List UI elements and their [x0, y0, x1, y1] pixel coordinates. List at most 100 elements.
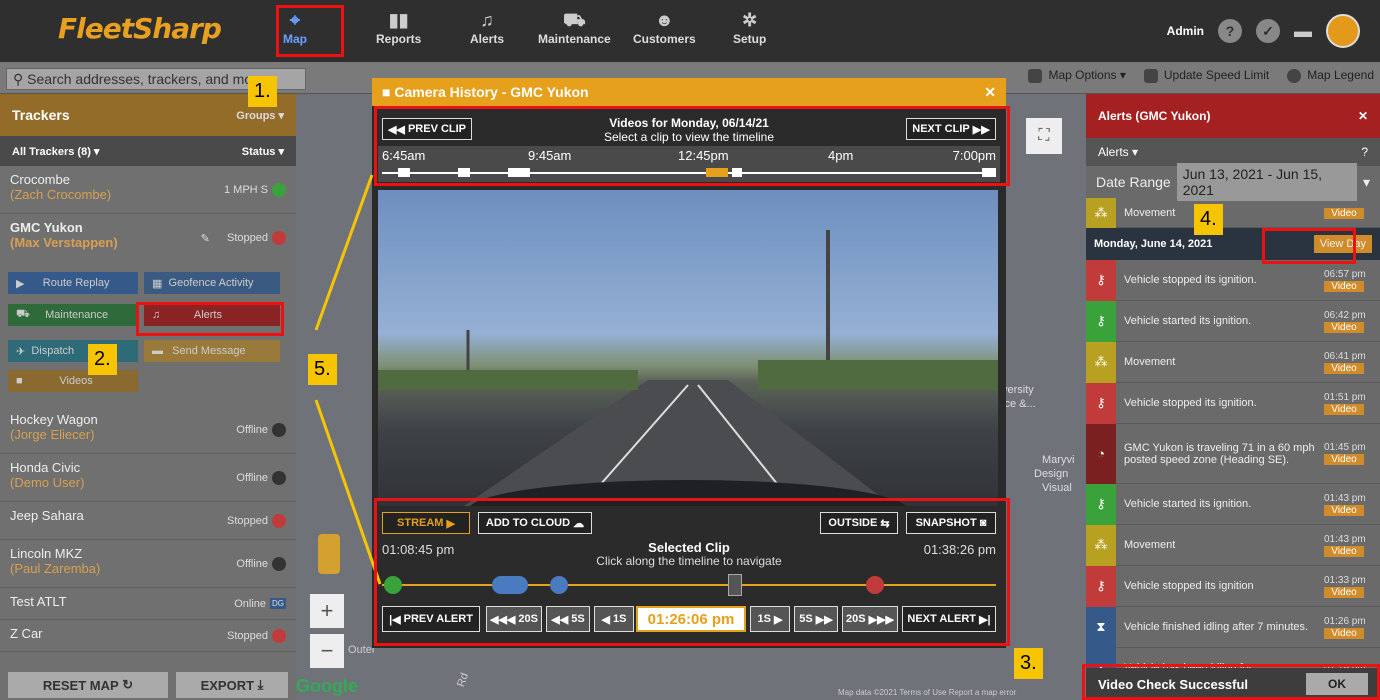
alert-time: 01:43 pm: [1324, 533, 1366, 545]
alert-row[interactable]: ⚷ Vehicle stopped its ignition. 01:51 pm Vi…: [1086, 382, 1380, 424]
alert-row[interactable]: ⚷ Vehicle started its ignition. 01:43 pm Vi…: [1086, 483, 1380, 525]
alert-text: Vehicle started its ignition.: [1124, 315, 1252, 327]
street-view-pegman-icon[interactable]: [318, 534, 340, 574]
video-button[interactable]: Video: [1324, 403, 1364, 415]
video-button[interactable]: Video: [1324, 545, 1364, 557]
tracker-row[interactable]: Z Car Stopped: [0, 620, 296, 652]
help-icon[interactable]: ?: [1218, 19, 1242, 43]
edit-icon[interactable]: ✎: [201, 232, 210, 245]
check-icon[interactable]: ✓: [1256, 19, 1280, 43]
nav-setup[interactable]: ✲ Setup: [733, 10, 766, 46]
help-icon[interactable]: ?: [1361, 145, 1368, 159]
map-label: ice &...: [1002, 398, 1036, 410]
alert-time: 01:26 pm: [1324, 615, 1366, 627]
bell-icon: ♫: [480, 10, 494, 30]
video-button[interactable]: Video: [1324, 280, 1364, 292]
nav-reports[interactable]: ▮▮ Reports: [376, 10, 421, 46]
tracker-row[interactable]: Honda Civic (Demo User) Offline: [0, 454, 296, 502]
alert-text: Vehicle stopped its ignition.: [1124, 274, 1257, 286]
reset-map-button[interactable]: RESET MAP ↻: [8, 672, 168, 698]
zoom-out-button[interactable]: −: [310, 634, 344, 668]
status-dropdown[interactable]: Status ▾: [242, 145, 284, 158]
close-icon[interactable]: ✕: [984, 84, 996, 101]
alert-row[interactable]: ◔ GMC Yukon is traveling 71 in a 60 mph p…: [1086, 423, 1380, 484]
map-options-button[interactable]: Map Options ▾: [1028, 68, 1126, 83]
videos-button[interactable]: ■ Videos: [8, 370, 138, 392]
video-button[interactable]: Video: [1324, 504, 1364, 516]
alert-row[interactable]: ⁂ Movement 06:41 pm Video: [1086, 341, 1380, 383]
alert-list: ⚷ Vehicle stopped its ignition. 06:57 pm Vi…: [1086, 259, 1380, 689]
alert-row[interactable]: ⁂ Movement 01:43 pm Video: [1086, 524, 1380, 566]
nav-maintenance[interactable]: ⛟ Maintenance: [538, 10, 611, 46]
map-label: versity: [1002, 384, 1034, 396]
video-button[interactable]: Video: [1324, 586, 1364, 598]
highlight-map-nav: [276, 5, 344, 57]
nav-customers[interactable]: ☻ Customers: [633, 10, 696, 46]
dispatch-button[interactable]: ✈ Dispatch: [8, 340, 138, 362]
step-label: 2.: [88, 344, 117, 375]
tracker-row[interactable]: Lincoln MKZ (Paul Zaremba) Offline: [0, 540, 296, 588]
date-range-input[interactable]: Jun 13, 2021 - Jun 15, 2021: [1176, 163, 1357, 201]
offline-icon: [272, 422, 286, 437]
moving-icon: [272, 182, 286, 197]
footprints-icon: ⁂: [1086, 524, 1116, 566]
map-icon: [1028, 68, 1043, 83]
tracker-row[interactable]: Jeep Sahara Stopped: [0, 502, 296, 540]
alert-text: Movement: [1124, 539, 1176, 551]
tracker-row[interactable]: Crocombe (Zach Crocombe) 1 MPH S: [0, 166, 296, 214]
alert-row[interactable]: ⚷ Vehicle stopped its ignition. 06:57 pm Vi…: [1086, 259, 1380, 301]
alert-time: 06:41 pm: [1324, 350, 1366, 362]
video-button[interactable]: Video: [1324, 207, 1364, 219]
alert-row[interactable]: ⚷ Vehicle started its ignition. 06:42 pm Vi…: [1086, 300, 1380, 342]
trackers-sidebar: Trackers Groups ▾ All Trackers (8) ▾ Statu…: [0, 94, 296, 700]
fleetsharp-logo[interactable]: FleetSharp: [58, 12, 222, 45]
map-legend-button[interactable]: Map Legend: [1287, 68, 1374, 83]
stopped-icon: [272, 513, 286, 528]
alerts-filter-dropdown[interactable]: Alerts ▾: [1098, 145, 1138, 159]
nav-alerts[interactable]: ♫ Alerts: [470, 10, 504, 46]
video-button[interactable]: Video: [1324, 454, 1364, 465]
video-button[interactable]: Video: [1324, 627, 1364, 639]
all-trackers-dropdown[interactable]: All Trackers (8) ▾: [12, 145, 99, 158]
send-message-button[interactable]: ▬ Send Message: [144, 340, 280, 362]
map-label: Rd: [454, 671, 472, 689]
map-label: Visual: [1042, 482, 1072, 494]
gear-icon: ✲: [742, 10, 758, 30]
chat-icon[interactable]: ▬: [1294, 21, 1312, 42]
highlight-clip-timeline: [374, 106, 1010, 186]
dashcam-frame: [378, 230, 998, 540]
key-icon: ⚷: [1086, 483, 1116, 525]
video-player[interactable]: [378, 190, 998, 540]
tracker-row-selected[interactable]: GMC Yukon (Max Verstappen) ✎ Stopped: [0, 214, 296, 262]
alert-text: GMC Yukon is traveling 71 in a 60 mph po…: [1124, 441, 1315, 466]
alert-time: 01:43 pm: [1324, 492, 1366, 504]
export-button[interactable]: EXPORT ⤓: [176, 672, 288, 698]
groups-dropdown[interactable]: Groups ▾: [236, 109, 284, 122]
chevron-down-icon[interactable]: ▾: [1363, 174, 1370, 191]
highlight-view-day: [1262, 228, 1356, 264]
alert-text: Vehicle finished idling after 7 minutes.: [1124, 621, 1309, 633]
fullscreen-icon[interactable]: ⛶: [1026, 118, 1062, 154]
tracker-row[interactable]: Test ATLT Online DG: [0, 588, 296, 620]
hourglass-icon: ⧗: [1086, 606, 1116, 648]
video-button[interactable]: Video: [1324, 321, 1364, 333]
alert-text: Movement: [1124, 356, 1176, 368]
alert-row[interactable]: ⚷ Vehicle stopped its ignition 01:33 pm Vid…: [1086, 565, 1380, 607]
bar-chart-icon: ▮▮: [388, 10, 409, 30]
alert-text: Vehicle stopped its ignition.: [1124, 397, 1257, 409]
alerts-panel: Alerts (GMC Yukon) ✕ Alerts ▾? Date Range…: [1086, 94, 1380, 700]
tracker-row[interactable]: Hockey Wagon (Jorge Eliecer) Offline: [0, 406, 296, 454]
user-name[interactable]: Admin: [1167, 24, 1204, 38]
route-replay-button[interactable]: ▶ Route Replay: [8, 272, 138, 294]
alert-text: Vehicle stopped its ignition: [1124, 580, 1254, 592]
update-speed-limit-button[interactable]: Update Speed Limit: [1143, 68, 1269, 83]
zoom-in-button[interactable]: +: [310, 594, 344, 628]
alert-row[interactable]: ⧗ Vehicle finished idling after 7 minutes…: [1086, 606, 1380, 648]
video-button[interactable]: Video: [1324, 362, 1364, 374]
close-icon[interactable]: ✕: [1358, 109, 1368, 123]
geofence-activity-button[interactable]: ▦ Geofence Activity: [144, 272, 280, 294]
alert-time: 01:51 pm: [1324, 391, 1366, 403]
maintenance-button[interactable]: ⛟ Maintenance: [8, 304, 138, 326]
avatar[interactable]: [1326, 14, 1360, 48]
alert-text: Vehicle started its ignition.: [1124, 498, 1252, 510]
